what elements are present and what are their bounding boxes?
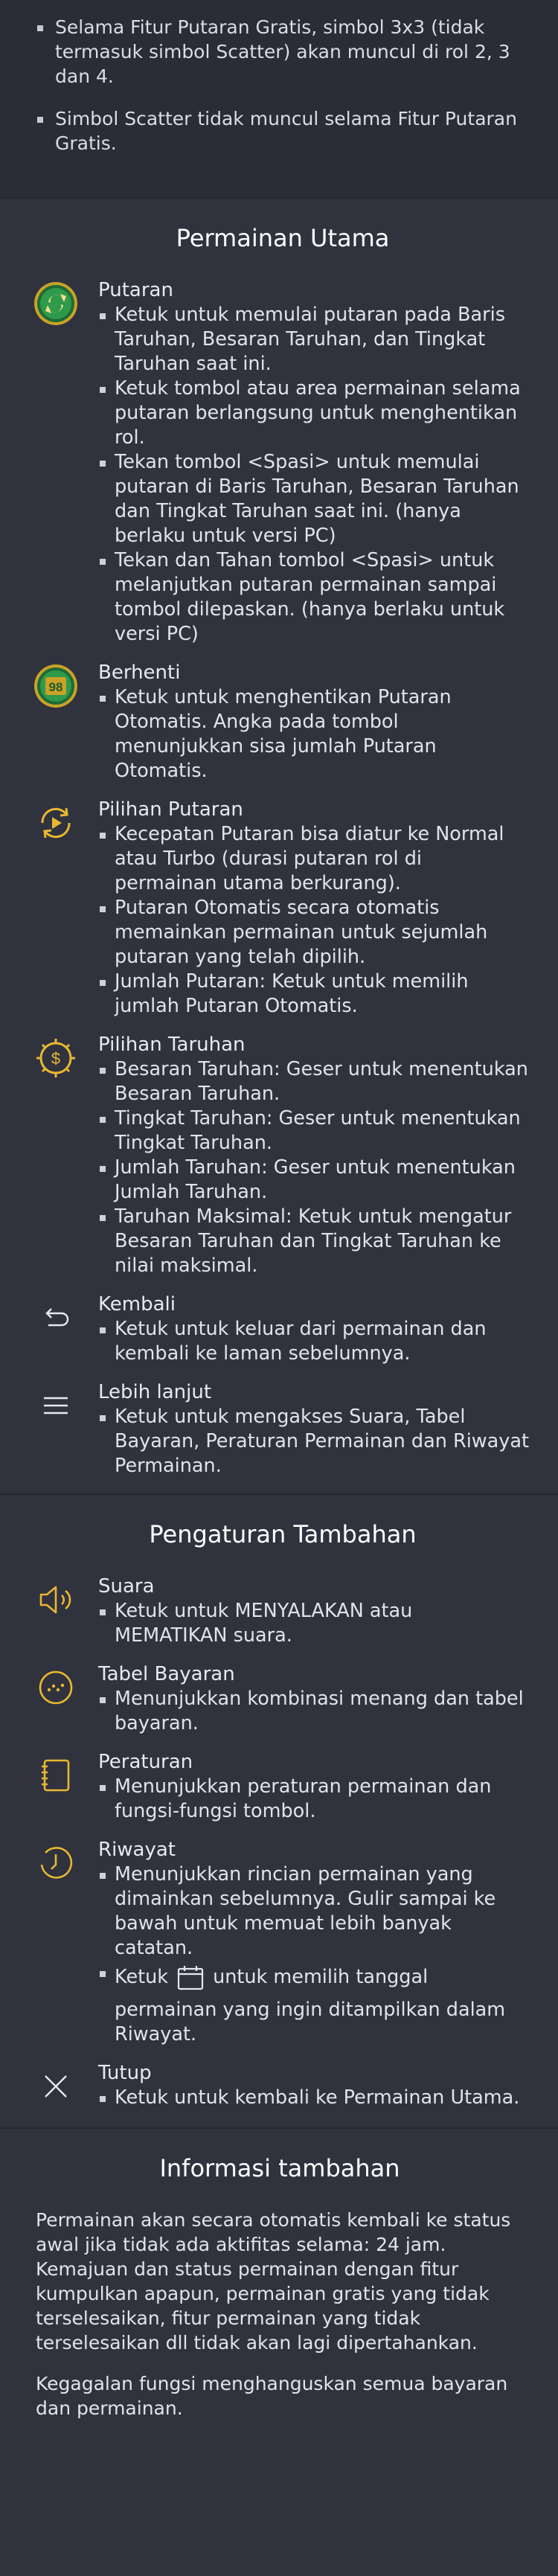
history-icon — [30, 1837, 82, 1889]
stop-autospin-icon: 98 — [30, 660, 82, 712]
help-item-sound: Suara Ketuk untuk MENYALAKAN atau MEMATI… — [36, 1574, 530, 1648]
help-item-close: Tutup Ketuk untuk kembali ke Permainan U… — [36, 2060, 530, 2112]
list-item: Ketuk tombol atau area permainan selama … — [98, 377, 530, 450]
list-item: Kecepatan Putaran bisa diatur ke Normal … — [98, 822, 530, 896]
paytable-icon — [30, 1662, 82, 1714]
list-item: Menunjukkan rincian permainan yang dimai… — [98, 1862, 530, 1961]
free-spin-notes: Selama Fitur Putaran Gratis, simbol 3x3 … — [0, 0, 558, 199]
item-title: Tabel Bayaran — [98, 1663, 235, 1685]
additional-info-section: Informasi tambahan Permainan akan secara… — [0, 2145, 558, 2420]
section-title-additional-info: Informasi tambahan — [159, 2154, 400, 2182]
help-item-history: Riwayat Menunjukkan rincian permainan ya… — [36, 1837, 530, 2047]
section-divider — [0, 1493, 558, 1495]
free-spin-bullet-list: Selama Fitur Putaran Gratis, simbol 3x3 … — [36, 15, 521, 156]
rules-icon — [30, 1749, 82, 1801]
section-divider — [0, 2127, 558, 2129]
close-icon — [30, 2060, 82, 2112]
list-item: Putaran Otomatis secara otomatis memaink… — [98, 896, 530, 970]
spin-options-icon — [30, 797, 82, 849]
list-item: Taruhan Maksimal: Ketuk untuk mengatur B… — [98, 1205, 530, 1278]
info-paragraph: Permainan akan secara otomatis kembali k… — [36, 2209, 511, 2354]
list-item: Ketuk untuk memulai putaran pada Baris T… — [98, 303, 530, 377]
section-title-additional-settings: Pengaturan Tambahan — [149, 1520, 417, 1548]
help-item-back: Kembali Ketuk untuk keluar dari permaina… — [36, 1292, 530, 1366]
help-item-spin: Putaran Ketuk untuk memulai putaran pada… — [34, 278, 530, 647]
list-item: Menunjukkan kombinasi menang dan tabel b… — [98, 1687, 530, 1736]
list-item: Tekan dan Tahan tombol <Spasi> untuk mel… — [98, 548, 530, 647]
item-title: Pilihan Putaran — [98, 798, 243, 821]
list-item: Ketuk untuk MENYALAKAN atau MEMATIKAN su… — [98, 1599, 530, 1648]
list-item: Jumlah Taruhan: Geser untuk menentukan J… — [98, 1156, 530, 1205]
autospin-count-text: 98 — [49, 680, 63, 694]
item-title: Putaran — [98, 279, 173, 301]
list-item-calendar: Ketuk untuk memilih tanggal permainan yan… — [98, 1961, 530, 2047]
item-title: Suara — [98, 1575, 155, 1598]
calendar-text-rest: permainan yang ingin ditampilkan dalam R… — [115, 1999, 506, 2045]
sound-icon — [30, 1574, 82, 1626]
list-item: Ketuk untuk keluar dari permainan dan ke… — [98, 1317, 530, 1366]
item-title: Berhenti — [98, 661, 181, 684]
item-title: Lebih lanjut — [98, 1381, 212, 1403]
menu-icon — [30, 1380, 82, 1432]
help-item-rules: Peraturan Menunjukkan peraturan permaina… — [36, 1749, 530, 1824]
list-item: Ketuk untuk kembali ke Permainan Utama. — [98, 2086, 530, 2110]
help-item-stop: 98 Berhenti Ketuk untuk menghentikan Put… — [34, 660, 530, 784]
list-item: Selama Fitur Putaran Gratis, simbol 3x3 … — [36, 15, 521, 89]
back-icon — [30, 1292, 82, 1344]
svg-text:$: $ — [51, 1049, 60, 1068]
list-item: Menunjukkan peraturan permainan dan fung… — [98, 1775, 530, 1824]
section-title-main-game: Permainan Utama — [176, 224, 390, 252]
list-item: Ketuk untuk menghentikan Putaran Otomati… — [98, 685, 530, 784]
item-title: Riwayat — [98, 1839, 176, 1861]
help-page: Selama Fitur Putaran Gratis, simbol 3x3 … — [0, 0, 558, 2576]
help-item-spin-options: Pilihan Putaran Kecepatan Putaran bisa d… — [36, 797, 530, 1019]
list-item: Jumlah Putaran: Ketuk untuk memilih juml… — [98, 970, 530, 1019]
item-title: Tutup — [98, 2062, 152, 2084]
main-game-section: Permainan Utama Putaran Ketuk untuk memu… — [0, 215, 558, 1478]
calendar-text-before: Ketuk — [115, 1966, 169, 1988]
item-title: Kembali — [98, 1293, 176, 1316]
help-item-paytable: Tabel Bayaran Menunjukkan kombinasi mena… — [36, 1662, 530, 1736]
calendar-icon — [176, 1964, 205, 1991]
list-item: Besaran Taruhan: Geser untuk menentukan … — [98, 1057, 530, 1106]
list-item: Tingkat Taruhan: Geser untuk menentukan … — [98, 1106, 530, 1156]
additional-settings-section: Pengaturan Tambahan Suara Ketuk untuk ME… — [0, 1511, 558, 2112]
help-item-more: Lebih lanjut Ketuk untuk mengakses Suara… — [36, 1380, 530, 1478]
bet-options-icon: $ — [30, 1032, 82, 1084]
item-title: Pilihan Taruhan — [98, 1034, 246, 1056]
calendar-text-after: untuk memilih tanggal — [213, 1966, 429, 1988]
spin-icon — [30, 278, 82, 330]
item-title: Peraturan — [98, 1751, 193, 1773]
list-item: Ketuk untuk mengakses Suara, Tabel Bayar… — [98, 1405, 530, 1478]
list-item: Tekan tombol <Spasi> untuk memulai putar… — [98, 450, 530, 548]
info-paragraph: Kegagalan fungsi menghanguskan semua bay… — [36, 2373, 508, 2419]
help-item-bet-options: $ Pilihan Taruhan Besaran Taruhan: Geser… — [36, 1032, 530, 1278]
list-item: Simbol Scatter tidak muncul selama Fitur… — [36, 106, 521, 156]
